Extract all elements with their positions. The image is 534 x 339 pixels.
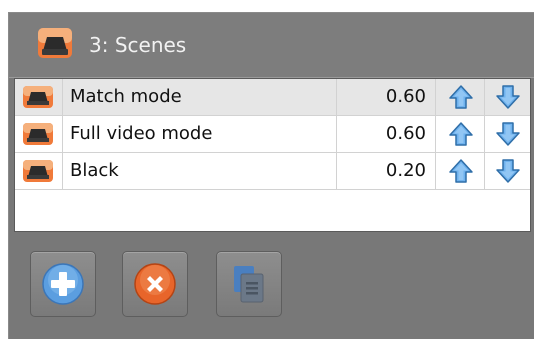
close-icon: [134, 263, 176, 305]
scene-name: Full video mode: [70, 123, 213, 144]
scene-icon: [23, 160, 53, 182]
list-item[interactable]: Black 0.20: [15, 153, 530, 190]
scenes-panel: 3: Scenes Match mode 0.60 Full video mod…: [0, 0, 534, 339]
scene-value: 0.20: [385, 160, 426, 181]
scene-icon: [38, 28, 72, 58]
arrow-up-icon: [449, 85, 473, 109]
panel-header: 3: Scenes: [9, 13, 534, 78]
scene-icon: [23, 123, 53, 145]
arrow-down-icon: [496, 122, 520, 146]
scene-list[interactable]: Match mode 0.60 Full video mode 0.60 Bla…: [14, 78, 531, 232]
list-item[interactable]: Full video mode 0.60: [15, 116, 530, 153]
arrow-up-icon: [449, 159, 473, 183]
plus-icon: [42, 263, 84, 305]
copy-icon: [234, 266, 264, 303]
move-down-button[interactable]: [485, 116, 530, 152]
move-down-button[interactable]: [485, 79, 530, 115]
remove-scene-button[interactable]: [122, 251, 188, 317]
scene-name: Black: [70, 160, 119, 181]
move-down-button[interactable]: [485, 153, 530, 189]
move-up-button[interactable]: [436, 116, 485, 152]
arrow-up-icon: [449, 122, 473, 146]
list-item[interactable]: Match mode 0.60: [15, 79, 530, 116]
arrow-down-icon: [496, 159, 520, 183]
move-up-button[interactable]: [436, 79, 485, 115]
panel-title: 3: Scenes: [89, 33, 187, 57]
scene-icon: [23, 86, 53, 108]
scene-value: 0.60: [385, 123, 426, 144]
duplicate-scene-button[interactable]: [216, 251, 282, 317]
scene-value: 0.60: [385, 86, 426, 107]
add-scene-button[interactable]: [30, 251, 96, 317]
move-up-button[interactable]: [436, 153, 485, 189]
arrow-down-icon: [496, 85, 520, 109]
scene-name: Match mode: [70, 86, 182, 107]
